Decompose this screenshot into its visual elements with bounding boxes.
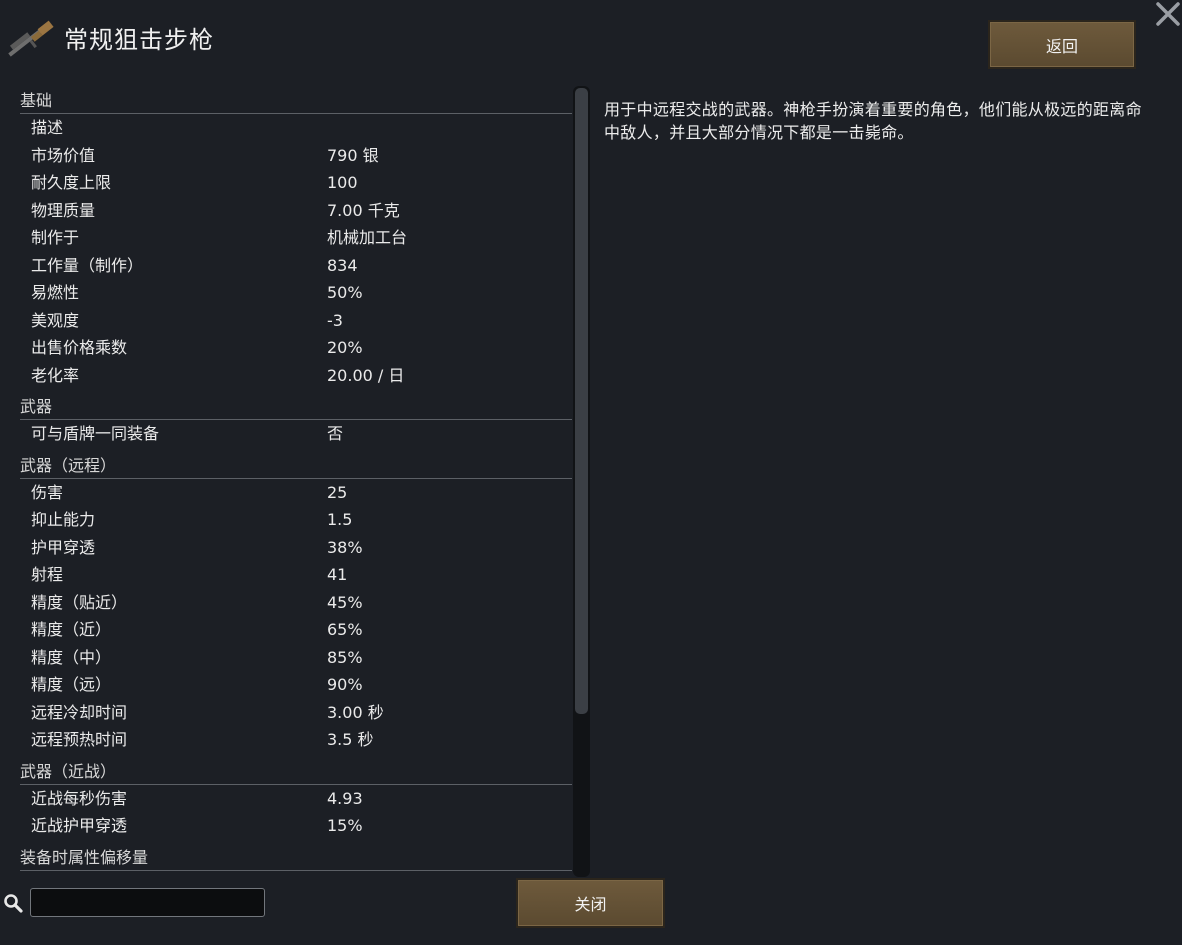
stat-label: 物理质量 <box>31 200 96 220</box>
stat-row[interactable]: 精度（近） 65% <box>20 616 572 644</box>
stat-value: 45% <box>327 592 363 612</box>
stat-value: 7.00 千克 <box>327 200 400 220</box>
stat-value: 25 <box>327 482 348 502</box>
stat-row[interactable]: 工作量（制作） 834 <box>20 252 572 280</box>
stat-label: 射程 <box>31 565 64 584</box>
stat-value: 834 <box>327 255 358 275</box>
stat-row[interactable]: 出售价格乘数 20% <box>20 334 572 362</box>
item-info-dialog: 常规狙击步枪 返回 基础描述市场价值 790 银耐久度上限 100 物理质量 7.00 … <box>0 0 1182 945</box>
stat-value: 15% <box>327 816 363 835</box>
stat-row[interactable]: 护甲穿透 38% <box>20 534 572 562</box>
close-button[interactable]: 关闭 <box>516 878 665 928</box>
stat-value: 38% <box>327 537 363 557</box>
stat-label: 市场价值 <box>31 145 96 165</box>
item-title: 常规狙击步枪 <box>64 26 214 54</box>
stat-value: 3.5 秒 <box>327 730 374 749</box>
sniper-rifle-icon <box>8 20 54 57</box>
stat-label: 伤害 <box>31 482 64 502</box>
item-description: 用于中远程交战的武器。神枪手扮演着重要的角色，他们能从极远的距离命中敌人，并且大… <box>604 100 1142 142</box>
stat-label: 近战每秒伤害 <box>31 788 128 808</box>
stat-label: 远程预热时间 <box>31 730 128 749</box>
stat-row[interactable]: 可与盾牌一同装备 否 <box>20 420 572 448</box>
search-input[interactable] <box>30 888 265 917</box>
search-icon <box>4 894 23 913</box>
stats-list: 基础描述市场价值 790 银耐久度上限 100 物理质量 7.00 千克制作于 机械加工台… <box>20 86 572 876</box>
stat-value: 41 <box>327 565 348 584</box>
stat-label: 工作量（制作） <box>31 255 144 275</box>
stat-row[interactable]: 制作于 机械加工台 <box>20 224 572 252</box>
stat-label: 精度（贴近） <box>31 592 128 612</box>
stat-value: 50% <box>327 283 363 302</box>
stat-label: 近战护甲穿透 <box>31 816 128 835</box>
stat-label: 老化率 <box>31 365 80 385</box>
stat-row[interactable]: 市场价值 790 银 <box>20 142 572 170</box>
stat-value: 100 <box>327 173 358 192</box>
stat-label: 精度（中） <box>31 647 112 667</box>
stat-value: 790 银 <box>327 145 379 165</box>
stat-row[interactable]: 物理质量 7.00 千克 <box>20 197 572 225</box>
stat-value: 65% <box>327 620 363 639</box>
category-header: 武器 <box>20 393 572 420</box>
stat-value: 90% <box>327 675 363 694</box>
stat-value: -3 <box>327 310 343 330</box>
stat-label: 护甲穿透 <box>31 537 96 557</box>
scrollbar-thumb[interactable] <box>575 88 588 714</box>
stat-value: 机械加工台 <box>327 228 408 247</box>
category-header: 武器（远程） <box>20 452 572 479</box>
stat-row[interactable]: 远程预热时间 3.5 秒 <box>20 726 572 754</box>
close-x-icon[interactable] <box>1153 0 1182 30</box>
stat-value: 20.00 / 日 <box>327 365 405 385</box>
stat-label: 耐久度上限 <box>31 173 112 192</box>
stat-row[interactable]: 精度（中） 85% <box>20 644 572 672</box>
stat-value: 4.93 <box>327 788 363 808</box>
category-header: 装备时属性偏移量 <box>20 844 572 871</box>
stat-label: 可与盾牌一同装备 <box>31 424 160 443</box>
stat-row[interactable]: 近战每秒伤害 4.93 <box>20 785 572 813</box>
stat-value: 85% <box>327 647 363 667</box>
stat-label: 美观度 <box>31 310 80 330</box>
stat-label: 制作于 <box>31 228 80 247</box>
stat-value: 20% <box>327 338 363 357</box>
stat-label: 描述 <box>31 118 64 137</box>
stat-label: 精度（近） <box>31 620 112 639</box>
stat-value: 3.00 秒 <box>327 702 384 722</box>
stat-row[interactable]: 抑止能力 1.5 <box>20 506 572 534</box>
stat-label: 抑止能力 <box>31 510 96 529</box>
stat-label: 出售价格乘数 <box>31 338 128 357</box>
stat-row[interactable]: 美观度 -3 <box>20 307 572 335</box>
stat-row[interactable]: 近战护甲穿透 15% <box>20 812 572 840</box>
stat-row[interactable]: 老化率 20.00 / 日 <box>20 362 572 390</box>
stat-label: 远程冷却时间 <box>31 702 128 722</box>
stat-row[interactable]: 描述 <box>20 114 572 142</box>
stat-row[interactable]: 耐久度上限 100 <box>20 169 572 197</box>
stat-row[interactable]: 精度（远） 90% <box>20 671 572 699</box>
stat-row[interactable]: 易燃性 50% <box>20 279 572 307</box>
stat-row[interactable]: 远程冷却时间 3.00 秒 <box>20 699 572 727</box>
stat-label: 精度（远） <box>31 675 112 694</box>
stat-row[interactable]: 伤害 25 <box>20 479 572 507</box>
category-header: 武器（近战） <box>20 758 572 785</box>
stat-row[interactable]: 精度（贴近） 45% <box>20 589 572 617</box>
stat-value: 1.5 <box>327 510 353 529</box>
stat-row[interactable]: 射程 41 <box>20 561 572 589</box>
category-header: 基础 <box>20 87 572 114</box>
back-button[interactable]: 返回 <box>988 20 1136 69</box>
stat-label: 易燃性 <box>31 283 80 302</box>
stat-value: 否 <box>327 424 344 443</box>
